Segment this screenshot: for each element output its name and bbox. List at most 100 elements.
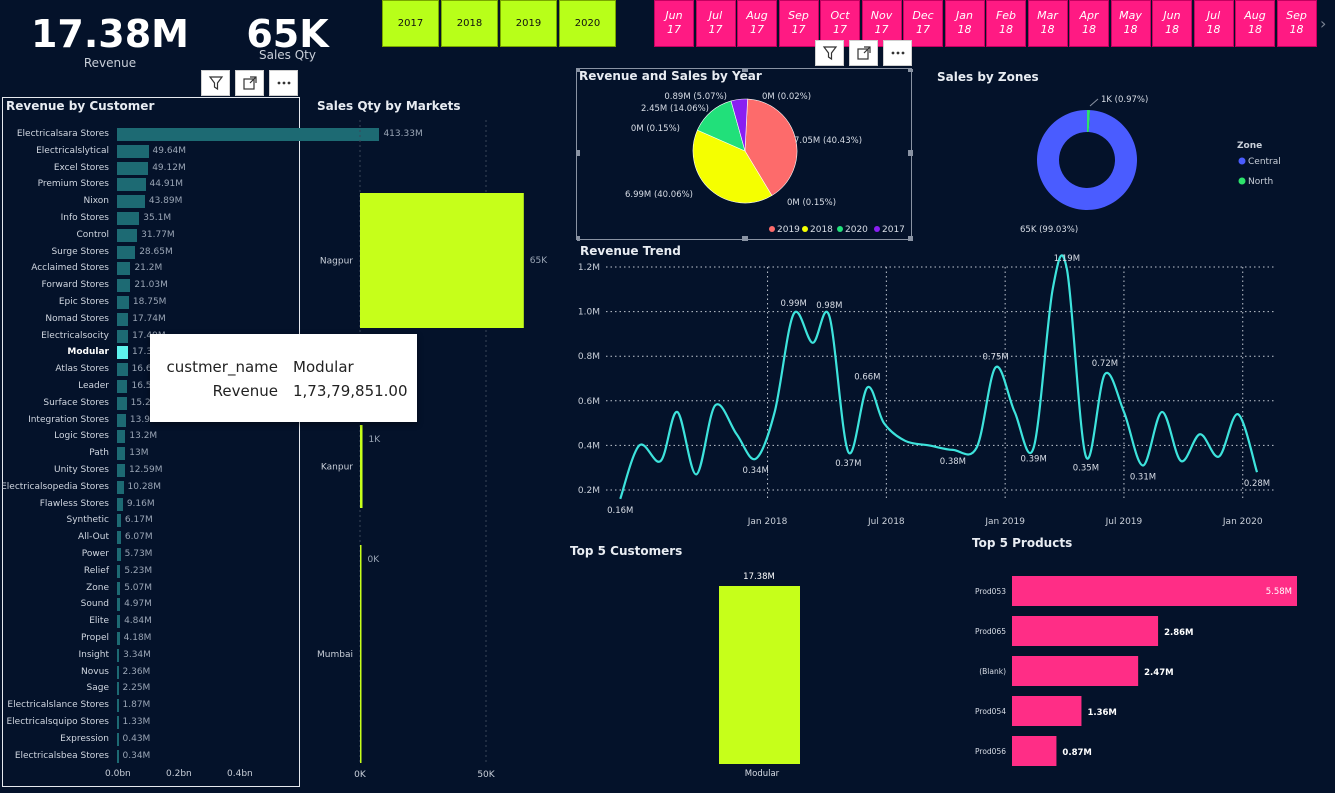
month-button-sep-17[interactable]: Sep 17 bbox=[778, 0, 819, 47]
customer-bar[interactable] bbox=[117, 380, 128, 393]
customer-bar[interactable] bbox=[117, 548, 121, 561]
customer-bar[interactable] bbox=[117, 648, 120, 662]
customer-bar[interactable] bbox=[117, 615, 121, 629]
customer-row[interactable]: Path 13M bbox=[3, 447, 301, 461]
month-button-mar-18[interactable]: Mar 18 bbox=[1027, 0, 1068, 47]
month-button-jul-17[interactable]: Jul 17 bbox=[695, 0, 736, 47]
month-button-feb-18[interactable]: Feb 18 bbox=[986, 0, 1026, 47]
customer-bar[interactable] bbox=[117, 749, 119, 763]
customer-row[interactable]: Propel 4.18M bbox=[3, 632, 301, 645]
sales-qty-by-markets-visual[interactable]: Sales Qty by Markets Nagpur 65K Kanpur 1K Mu… bbox=[305, 95, 555, 785]
customer-row[interactable]: Unity Stores 12.59M bbox=[3, 464, 301, 477]
top5-customers-visual[interactable]: Top 5 Customers 17.38M Modular bbox=[566, 540, 956, 785]
customer-bar[interactable] bbox=[117, 716, 119, 729]
customer-row[interactable]: Flawless Stores 9.16M bbox=[3, 497, 301, 511]
focus-mode-button[interactable] bbox=[235, 70, 264, 96]
customer-bar[interactable] bbox=[117, 346, 129, 360]
customer-row[interactable]: Info Stores 35.1M bbox=[3, 212, 301, 225]
customer-bar[interactable] bbox=[117, 212, 140, 225]
customer-row[interactable]: Electricalsopedia Stores 10.28M bbox=[1, 480, 301, 494]
month-button-aug-17[interactable]: Aug 17 bbox=[737, 0, 777, 47]
revenue-trend-visual[interactable]: Revenue Trend 0.2M 0.4M 0.6M 0.8M 1.0M 1.2M Ja… bbox=[576, 242, 1286, 532]
customer-row[interactable]: Electricalsbea Stores 0.34M bbox=[3, 749, 301, 763]
customer-row[interactable]: Forward Stores 21.03M bbox=[3, 279, 301, 293]
pie-focus-mode-button[interactable] bbox=[849, 40, 878, 66]
customer-bar[interactable] bbox=[117, 598, 121, 612]
month-button-jul-18[interactable]: Jul 18 bbox=[1193, 0, 1234, 47]
revenue-by-customer-visual[interactable]: Revenue by Customer Electricalsara Store… bbox=[1, 97, 423, 787]
customer-row[interactable]: Expression 0.43M bbox=[3, 732, 301, 746]
customer-bar[interactable] bbox=[117, 296, 129, 309]
year-2017-button[interactable]: 2017 bbox=[382, 0, 439, 47]
filter-button[interactable] bbox=[201, 70, 230, 96]
customer-row[interactable]: Epic Stores 18.75M bbox=[3, 296, 301, 309]
customer-bar[interactable] bbox=[117, 497, 123, 511]
customer-bar[interactable] bbox=[117, 464, 125, 477]
customer-bar[interactable] bbox=[117, 531, 121, 545]
customer-bar[interactable] bbox=[117, 312, 129, 326]
customer-row[interactable]: Sage 2.25M bbox=[3, 682, 301, 696]
customer-row[interactable]: Power 5.73M bbox=[3, 548, 301, 561]
sales-by-zones-visual[interactable]: Sales by Zones 1K (0.97%) 65K (99.03%) Zon… bbox=[930, 68, 1320, 240]
customer-bar[interactable] bbox=[117, 363, 128, 377]
month-button-may-18[interactable]: May 18 bbox=[1110, 0, 1151, 47]
customer-row[interactable]: Logic Stores 13.2M bbox=[3, 430, 301, 444]
customer-row[interactable]: Control 31.77M bbox=[3, 228, 301, 242]
pie-more-options-button[interactable] bbox=[883, 40, 912, 66]
customer-bar[interactable] bbox=[117, 144, 149, 158]
customer-bar[interactable] bbox=[117, 161, 149, 175]
customer-bar[interactable] bbox=[117, 245, 136, 259]
customer-bar[interactable] bbox=[117, 447, 126, 461]
month-button-jun-18[interactable]: Jun 18 bbox=[1152, 0, 1192, 47]
customer-bar[interactable] bbox=[117, 514, 121, 528]
customer-bar[interactable] bbox=[117, 581, 121, 595]
more-options-button[interactable] bbox=[269, 70, 298, 96]
customer-row[interactable]: Acclaimed Stores 21.2M bbox=[3, 262, 301, 276]
customer-row[interactable]: Relief 5.23M bbox=[3, 564, 301, 578]
customer-bar[interactable] bbox=[117, 480, 124, 494]
customer-row[interactable]: Excel Stores 49.12M bbox=[3, 161, 301, 175]
year-2019-button[interactable]: 2019 bbox=[500, 0, 557, 47]
customer-bar[interactable] bbox=[117, 329, 129, 343]
customer-bar[interactable] bbox=[117, 178, 146, 192]
customer-bar[interactable] bbox=[117, 632, 120, 645]
customer-row[interactable]: Nixon 43.89M bbox=[3, 195, 301, 209]
customer-bar[interactable] bbox=[117, 732, 119, 746]
customer-row[interactable]: Electricalsara Stores 413.33M bbox=[3, 128, 423, 141]
customer-bar[interactable] bbox=[117, 228, 138, 242]
customer-row[interactable]: Surge Stores 28.65M bbox=[3, 245, 301, 259]
pie-filter-button[interactable] bbox=[815, 40, 844, 66]
customer-row[interactable]: All-Out 6.07M bbox=[3, 531, 301, 545]
customer-bar[interactable] bbox=[117, 262, 131, 276]
customer-bar[interactable] bbox=[117, 564, 121, 578]
customer-row[interactable]: Premium Stores 44.91M bbox=[3, 178, 301, 192]
customer-row[interactable]: Sound 4.97M bbox=[3, 598, 301, 612]
customer-row[interactable]: Zone 5.07M bbox=[3, 581, 301, 595]
customer-row[interactable]: Electricalslytical 49.64M bbox=[3, 144, 301, 158]
customer-bar[interactable] bbox=[117, 430, 126, 444]
customer-row[interactable]: Electricalsquipo Stores 1.33M bbox=[3, 716, 301, 729]
customer-row[interactable]: Nomad Stores 17.74M bbox=[3, 312, 301, 326]
month-button-aug-18[interactable]: Aug 18 bbox=[1235, 0, 1275, 47]
customer-row[interactable]: Insight 3.34M bbox=[3, 648, 301, 662]
customer-bar[interactable] bbox=[117, 413, 126, 427]
customer-bar[interactable] bbox=[117, 699, 119, 713]
customer-bar[interactable] bbox=[117, 396, 127, 410]
customer-bar[interactable] bbox=[117, 279, 131, 293]
customer-bar[interactable] bbox=[117, 665, 119, 679]
year-2020-button[interactable]: 2020 bbox=[559, 0, 616, 47]
customer-row[interactable]: Elite 4.84M bbox=[3, 615, 301, 629]
customer-bar[interactable] bbox=[117, 195, 145, 209]
month-button-sep-18[interactable]: Sep 18 bbox=[1276, 0, 1317, 47]
month-button-jan-18[interactable]: Jan 18 bbox=[944, 0, 985, 47]
customer-row[interactable]: Synthetic 6.17M bbox=[3, 514, 301, 528]
chevron-right-icon[interactable]: › bbox=[1320, 14, 1326, 33]
customer-row[interactable]: Novus 2.36M bbox=[3, 665, 301, 679]
month-button-jun-17[interactable]: Jun 17 bbox=[654, 0, 694, 47]
month-button-apr-18[interactable]: Apr 18 bbox=[1069, 0, 1109, 47]
customer-row[interactable]: Electricalslance Stores 1.87M bbox=[3, 699, 301, 713]
customer-bar[interactable] bbox=[117, 682, 119, 696]
top5-products-visual[interactable]: Top 5 Products Prod053 5.58M Prod065 2.86M(… bbox=[964, 533, 1320, 785]
year-2018-button[interactable]: 2018 bbox=[441, 0, 498, 47]
revenue-sales-by-year-visual[interactable]: Revenue and Sales by Year 7.05M (40.43%)… bbox=[576, 68, 913, 241]
